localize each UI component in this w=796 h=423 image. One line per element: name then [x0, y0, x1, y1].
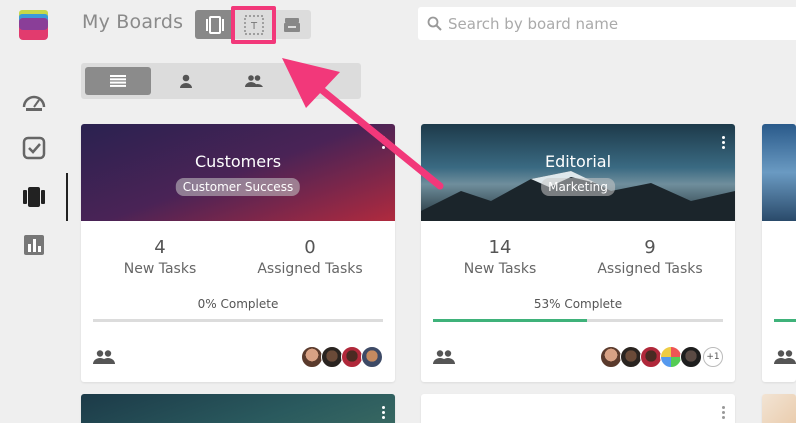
board-card-partial[interactable]	[762, 124, 796, 382]
member-avatars: +1	[600, 346, 723, 368]
completion-text: 53% Complete	[533, 297, 623, 311]
page-title: My Boards	[82, 11, 184, 33]
board-card-row2-3[interactable]	[762, 394, 796, 423]
avatar[interactable]	[600, 346, 622, 368]
avatar[interactable]	[321, 346, 343, 368]
list-icon	[110, 75, 126, 87]
board-card-customers[interactable]: Customers Customer Success 4 New Tasks 0…	[81, 124, 395, 382]
assigned-tasks-label: Assigned Tasks	[597, 261, 703, 277]
board-card-row2-1[interactable]	[81, 394, 395, 423]
more-options-icon[interactable]	[382, 406, 386, 421]
board-card-editorial[interactable]: Editorial Marketing 14 New Tasks 9 Assig…	[421, 124, 735, 382]
avatar[interactable]	[341, 346, 363, 368]
more-options-icon[interactable]	[722, 406, 726, 421]
board-title: Editorial	[544, 152, 612, 171]
avatar[interactable]	[640, 346, 662, 368]
completion-text: 0% Complete	[197, 297, 279, 311]
new-tasks-count: 4	[154, 237, 166, 258]
tasks-icon[interactable]	[21, 135, 47, 161]
sidebar	[0, 0, 68, 423]
person-icon	[180, 74, 192, 88]
filter-group	[81, 63, 361, 99]
assigned-tasks-count: 9	[644, 237, 656, 258]
board-tag: Customer Success	[175, 178, 301, 196]
avatar[interactable]	[680, 346, 702, 368]
search-icon	[427, 16, 442, 31]
view-boards-button[interactable]	[195, 10, 235, 39]
progress-bar	[93, 319, 383, 322]
filter-shared-button[interactable]	[221, 67, 287, 95]
extra-members-badge[interactable]: +1	[703, 347, 723, 367]
avatar[interactable]	[660, 346, 682, 368]
folder-icon	[317, 76, 327, 86]
avatar[interactable]	[301, 346, 323, 368]
avatar[interactable]	[361, 346, 383, 368]
dashboard-icon[interactable]	[21, 88, 47, 114]
active-nav-indicator	[66, 173, 68, 221]
more-options-icon[interactable]	[382, 136, 386, 151]
board-cover: Customers Customer Success	[81, 124, 395, 221]
filter-mine-button[interactable]	[153, 67, 219, 95]
progress-fill	[774, 319, 796, 322]
new-tasks-count: 14	[488, 237, 512, 258]
highlight-box	[231, 6, 276, 44]
view-archive-button[interactable]	[273, 10, 311, 39]
boards-icon[interactable]	[21, 184, 47, 210]
reports-icon[interactable]	[21, 232, 47, 258]
progress-bar	[774, 319, 796, 322]
more-options-icon[interactable]	[722, 136, 726, 151]
new-tasks-stat: 14 New Tasks	[425, 237, 575, 277]
board-tag: Marketing	[541, 178, 615, 196]
app-logo[interactable]	[17, 8, 50, 41]
board-cover	[81, 394, 395, 423]
board-card-row2-2[interactable]	[421, 394, 735, 423]
assigned-tasks-count: 0	[304, 237, 316, 258]
assigned-tasks-stat: 9 Assigned Tasks	[575, 237, 725, 277]
filter-other-button[interactable]	[289, 67, 355, 95]
member-avatars	[301, 346, 383, 368]
team-icon	[433, 349, 455, 368]
board-cover	[762, 394, 796, 423]
assigned-tasks-stat: 0 Assigned Tasks	[235, 237, 385, 277]
search-input[interactable]	[448, 14, 778, 33]
search-box	[418, 7, 796, 40]
filter-all-button[interactable]	[85, 67, 151, 95]
progress-bar	[433, 319, 723, 322]
board-cover	[762, 124, 796, 221]
group-icon	[245, 75, 263, 87]
progress-fill	[433, 319, 587, 322]
assigned-tasks-label: Assigned Tasks	[257, 261, 363, 277]
team-icon	[93, 349, 115, 368]
board-cover: Editorial Marketing	[421, 124, 735, 221]
new-tasks-stat: 4 New Tasks	[85, 237, 235, 277]
avatar[interactable]	[620, 346, 642, 368]
new-tasks-label: New Tasks	[463, 261, 537, 277]
board-title: Customers	[194, 152, 282, 171]
new-tasks-label: New Tasks	[123, 261, 197, 277]
team-icon	[774, 349, 796, 368]
